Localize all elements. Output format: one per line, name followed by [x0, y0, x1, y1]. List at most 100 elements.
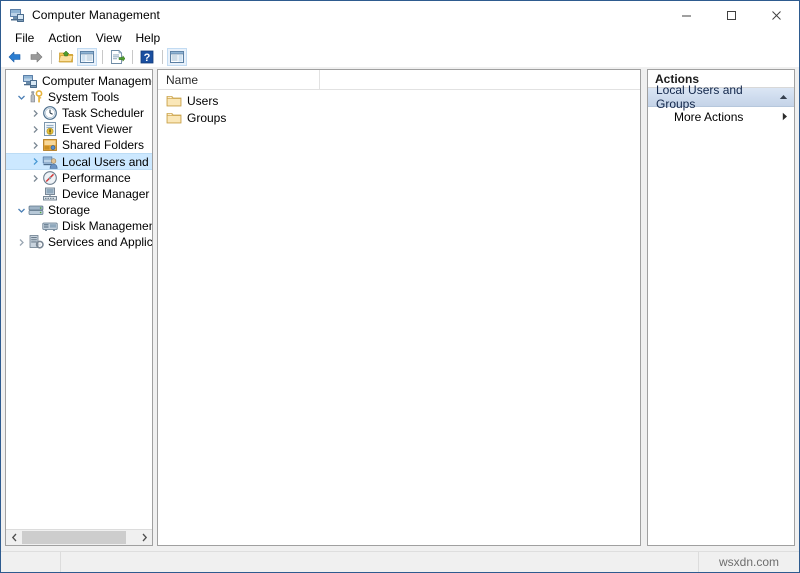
- console-tree-pane: Computer Management (Local: [5, 69, 153, 546]
- up-one-level-button[interactable]: [56, 48, 76, 66]
- help-button[interactable]: ?: [137, 48, 157, 66]
- tree-item-label: Disk Management: [62, 219, 152, 233]
- tree-item-label: Device Manager: [62, 187, 150, 201]
- tree-item-disk-management[interactable]: Disk Management: [6, 218, 152, 234]
- tree-item-shared-folders[interactable]: Shared Folders: [6, 137, 152, 153]
- event-viewer-icon: [42, 121, 58, 137]
- tree-item-label: Event Viewer: [62, 122, 133, 136]
- window-title: Computer Management: [32, 8, 160, 22]
- status-segment-main: [61, 551, 699, 572]
- chevron-right-icon[interactable]: [136, 530, 152, 545]
- chevron-right-icon[interactable]: [28, 105, 42, 121]
- menu-file[interactable]: File: [8, 30, 41, 47]
- tree-item-event-viewer[interactable]: Event Viewer: [6, 121, 152, 137]
- toolbar-separator-4: [162, 50, 163, 64]
- tree-item-performance[interactable]: Performance: [6, 170, 152, 186]
- tree-horizontal-scrollbar[interactable]: [6, 529, 152, 545]
- console-body: Computer Management (Local: [1, 67, 799, 552]
- window-controls: [664, 1, 799, 29]
- menu-view[interactable]: View: [89, 30, 129, 47]
- minimize-button[interactable]: [664, 1, 709, 29]
- computer-management-icon: [22, 73, 38, 89]
- action-item-label: More Actions: [674, 109, 744, 124]
- services-applications-icon: [28, 234, 44, 250]
- folder-icon: [166, 93, 182, 109]
- list-column-header: Name: [158, 70, 640, 90]
- tree-item-label: Services and Applications: [48, 235, 152, 249]
- list-item[interactable]: Groups: [158, 109, 640, 126]
- tree-item-label: Local Users and Groups: [62, 154, 152, 169]
- tree-item-label: Computer Management (Local: [42, 74, 152, 88]
- device-manager-icon: [42, 186, 58, 202]
- action-group-label: Local Users and Groups: [656, 83, 743, 111]
- result-list-pane: Name Users Groups: [157, 69, 641, 546]
- performance-icon: [42, 170, 58, 186]
- tree-item-label: Shared Folders: [62, 138, 145, 152]
- chevron-down-icon[interactable]: [14, 89, 28, 105]
- menu-action[interactable]: Action: [41, 30, 88, 47]
- chevron-right-icon[interactable]: [28, 154, 42, 170]
- chevron-up-icon[interactable]: [779, 94, 788, 100]
- chevron-left-icon[interactable]: [6, 530, 22, 545]
- status-bar: wsxdn.com: [1, 551, 799, 572]
- forward-button[interactable]: [26, 48, 46, 66]
- back-button[interactable]: [5, 48, 25, 66]
- export-list-button[interactable]: [107, 48, 127, 66]
- title-bar: Computer Management: [1, 1, 799, 29]
- tree-item-local-users-and-groups[interactable]: Local Users and Groups: [6, 153, 152, 170]
- folder-up-icon: [58, 50, 74, 63]
- tree-item-storage[interactable]: Storage: [6, 202, 152, 218]
- arrow-right-icon: [30, 51, 43, 63]
- clock-icon: [42, 105, 58, 121]
- question-mark-icon: ?: [140, 50, 154, 64]
- action-group-local-users-and-groups[interactable]: Local Users and Groups: [648, 83, 794, 111]
- watermark: wsxdn.com: [718, 555, 780, 569]
- chevron-right-icon[interactable]: [28, 121, 42, 137]
- status-segment-left: [1, 551, 61, 572]
- tree-item-label: Performance: [62, 171, 131, 185]
- tree-item-system-tools[interactable]: System Tools: [6, 89, 152, 105]
- list-item[interactable]: Users: [158, 92, 640, 109]
- tree-item-label: Storage: [48, 203, 91, 217]
- list-actions-splitter[interactable]: [641, 69, 645, 546]
- menu-help[interactable]: Help: [129, 30, 168, 47]
- folder-icon: [166, 110, 182, 126]
- shared-folders-icon: [42, 137, 58, 153]
- show-hide-action-pane-button[interactable]: [167, 48, 187, 66]
- show-hide-console-tree-button[interactable]: [77, 48, 97, 66]
- console-tree: Computer Management (Local: [6, 70, 152, 529]
- toolbar-separator-2: [102, 50, 103, 64]
- chevron-right-icon[interactable]: [28, 170, 42, 186]
- actions-pane: Actions Local Users and Groups More Acti…: [647, 69, 795, 546]
- computer-management-icon: [9, 7, 25, 23]
- export-list-icon: [111, 49, 125, 64]
- tree-item-services-and-applications[interactable]: Services and Applications: [6, 234, 152, 250]
- toolbar-separator-3: [132, 50, 133, 64]
- toolbar-separator-1: [51, 50, 52, 64]
- tree-item-task-scheduler[interactable]: Task Scheduler: [6, 105, 152, 121]
- scrollbar-track[interactable]: [22, 530, 136, 545]
- chevron-right-icon[interactable]: [782, 112, 788, 121]
- close-button[interactable]: [754, 1, 799, 29]
- action-pane-icon: [170, 51, 184, 63]
- tree-item-device-manager[interactable]: Device Manager: [6, 186, 152, 202]
- tree-item-label: Task Scheduler: [62, 106, 145, 120]
- storage-icon: [28, 202, 44, 218]
- toolbar: ?: [1, 47, 799, 67]
- column-header-name[interactable]: Name: [158, 70, 320, 89]
- tree-item-label: System Tools: [48, 90, 120, 104]
- list-item-label: Groups: [187, 110, 227, 125]
- chevron-right-icon[interactable]: [14, 234, 28, 250]
- chevron-right-icon[interactable]: [28, 137, 42, 153]
- maximize-button[interactable]: [709, 1, 754, 29]
- console-tree-icon: [80, 51, 94, 63]
- chevron-down-icon[interactable]: [14, 202, 28, 218]
- list-item-label: Users: [187, 93, 219, 108]
- menu-bar: File Action View Help: [1, 29, 799, 47]
- arrow-left-icon: [8, 51, 21, 63]
- tree-item-computer-management[interactable]: Computer Management (Local: [6, 73, 152, 89]
- system-tools-icon: [28, 89, 44, 105]
- scrollbar-thumb[interactable]: [22, 531, 126, 544]
- svg-text:?: ?: [144, 52, 151, 64]
- local-users-groups-icon: [42, 154, 58, 170]
